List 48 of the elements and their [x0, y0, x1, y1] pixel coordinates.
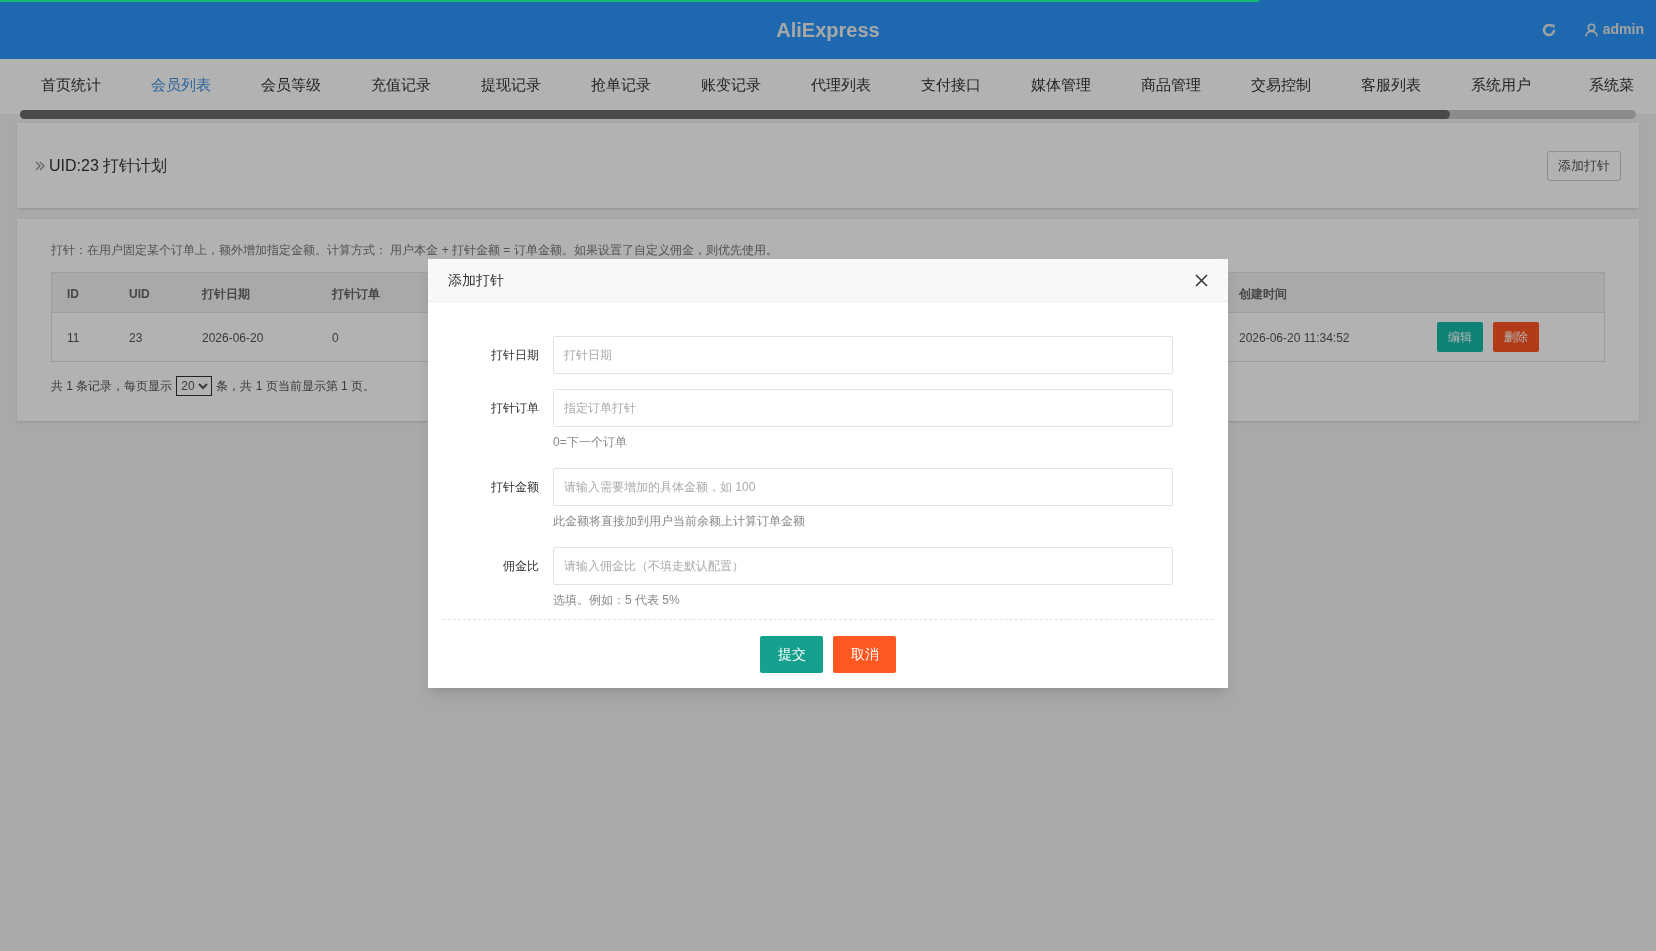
nav-tab[interactable]: 账变记录 — [676, 59, 786, 114]
pagination-text: 共 1 条记录，每页显示 — [51, 378, 173, 395]
nav-tab[interactable]: 抢单记录 — [566, 59, 676, 114]
close-icon[interactable] — [1195, 273, 1208, 287]
nav-tab[interactable]: 商品管理 — [1116, 59, 1226, 114]
modal-title: 添加打针 — [448, 270, 504, 290]
horizontal-scrollbar[interactable] — [20, 110, 1636, 119]
field-label: 佣金比 — [503, 558, 539, 575]
table-cell: 11 — [67, 331, 80, 345]
table-cell: 2026-06-20 — [202, 331, 264, 345]
nav-tab[interactable]: 首页统计 — [16, 59, 126, 114]
input-field[interactable]: 指定订单打针 — [553, 389, 1173, 427]
input-field[interactable]: 打针日期 — [553, 336, 1173, 374]
add-button[interactable]: 添加打针 — [1547, 150, 1621, 181]
refresh-icon[interactable] — [1540, 21, 1557, 38]
field-label: 打针日期 — [491, 347, 539, 364]
table-cell: 2026-06-20 11:34:52 — [1239, 331, 1350, 345]
user-icon — [1584, 22, 1598, 37]
column-header: ID — [67, 286, 79, 301]
table-cell: 23 — [129, 331, 143, 345]
column-header: UID — [129, 286, 150, 301]
pagination-text: 条，共 1 页当前显示第 1 页。 — [216, 378, 376, 395]
field-label: 打针金额 — [491, 479, 539, 496]
field-hint: 此金额将直接加到用户当前余额上计算订单金额 — [553, 514, 805, 528]
column-header: 打针订单 — [332, 286, 380, 301]
field-label: 打针订单 — [491, 400, 539, 417]
nav-tab[interactable]: 交易控制 — [1226, 59, 1336, 114]
field-hint: 0=下一个订单 — [553, 435, 627, 449]
app-title: AliExpress — [776, 17, 880, 43]
column-header: 打针日期 — [202, 286, 250, 301]
double-chevron-icon — [35, 160, 45, 171]
nav-tab[interactable]: 充值记录 — [346, 59, 456, 114]
page-title: UID:23 打针计划 — [49, 155, 168, 176]
nav-tab[interactable]: 媒体管理 — [1006, 59, 1116, 114]
nav-tab[interactable]: 系统用户 — [1446, 59, 1556, 114]
nav-tab[interactable]: 代理列表 — [786, 59, 896, 114]
input-field[interactable]: 请输入佣金比（不填走默认配置） — [553, 547, 1173, 585]
nav-tab[interactable]: 会员等级 — [236, 59, 346, 114]
field-hint: 选填。例如：5 代表 5% — [553, 593, 680, 607]
page-size-select[interactable]: 20 — [176, 376, 213, 396]
column-header: 创建时间 — [1239, 286, 1287, 301]
nav-tab[interactable]: 客服列表 — [1336, 59, 1446, 114]
input-field[interactable]: 请输入需要增加的具体金额，如 100 — [553, 468, 1173, 506]
nav-tab[interactable]: 系统菜 — [1556, 59, 1656, 114]
nav-tab[interactable]: 支付接口 — [896, 59, 1006, 114]
note-text: 打针：在用户固定某个订单上，额外增加指定金额。计算方式： 用户本金 + 打针金额 = 订单金额。如果设置了自定义佣金，则优先使用。 — [51, 242, 779, 259]
table-cell: 0 — [332, 331, 339, 345]
nav-tab[interactable]: 提现记录 — [456, 59, 566, 114]
